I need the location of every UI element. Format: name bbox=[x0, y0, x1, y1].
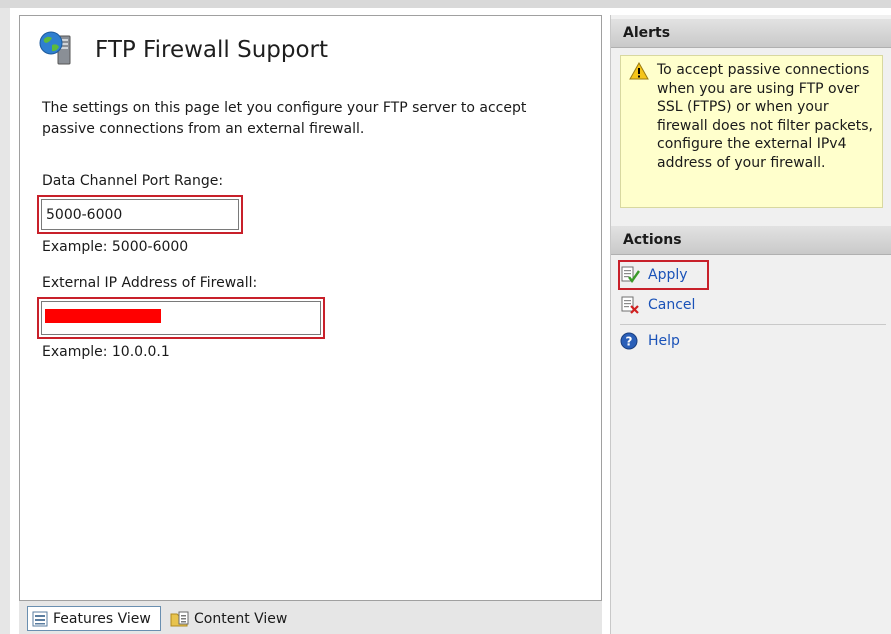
external-ip-example: Example: 10.0.0.1 bbox=[42, 344, 170, 360]
content-view-icon bbox=[170, 611, 189, 626]
alert-box: To accept passive connections when you a… bbox=[620, 55, 883, 208]
globe-server-icon bbox=[38, 30, 76, 68]
apply-action[interactable]: Apply bbox=[620, 266, 688, 284]
help-action[interactable]: ? Help bbox=[620, 332, 680, 350]
external-ip-label: External IP Address of Firewall: bbox=[42, 275, 258, 291]
cancel-action[interactable]: Cancel bbox=[620, 296, 695, 314]
view-bar: Features View Content View bbox=[19, 601, 602, 634]
content-view-tab[interactable]: Content View bbox=[167, 606, 290, 631]
page-title: FTP Firewall Support bbox=[95, 37, 329, 63]
features-panel: FTP Firewall Support The settings on thi… bbox=[19, 15, 602, 601]
actions-header: Actions bbox=[611, 226, 891, 255]
port-range-input[interactable] bbox=[41, 199, 239, 230]
help-icon: ? bbox=[620, 332, 638, 350]
help-label: Help bbox=[648, 333, 680, 349]
warning-icon bbox=[629, 61, 649, 84]
features-view-label: Features View bbox=[53, 610, 151, 627]
alerts-header: Alerts bbox=[611, 19, 891, 48]
apply-icon bbox=[621, 266, 640, 284]
page-description: The settings on this page let you config… bbox=[42, 100, 527, 137]
top-strip bbox=[0, 0, 891, 8]
alert-message: To accept passive connections when you a… bbox=[657, 62, 873, 171]
features-view-icon bbox=[32, 611, 48, 626]
svg-text:?: ? bbox=[626, 335, 633, 349]
actions-divider bbox=[620, 324, 886, 325]
right-pane: Alerts To accept passive connections whe… bbox=[610, 15, 891, 634]
redacted-ip-value bbox=[45, 309, 161, 323]
apply-label: Apply bbox=[648, 267, 688, 283]
port-range-label: Data Channel Port Range: bbox=[42, 173, 224, 189]
content-view-label: Content View bbox=[194, 610, 288, 627]
left-gutter bbox=[0, 8, 10, 634]
port-range-example: Example: 5000-6000 bbox=[42, 239, 189, 255]
features-view-tab[interactable]: Features View bbox=[27, 606, 161, 631]
cancel-icon bbox=[621, 296, 639, 314]
cancel-label: Cancel bbox=[648, 297, 696, 313]
